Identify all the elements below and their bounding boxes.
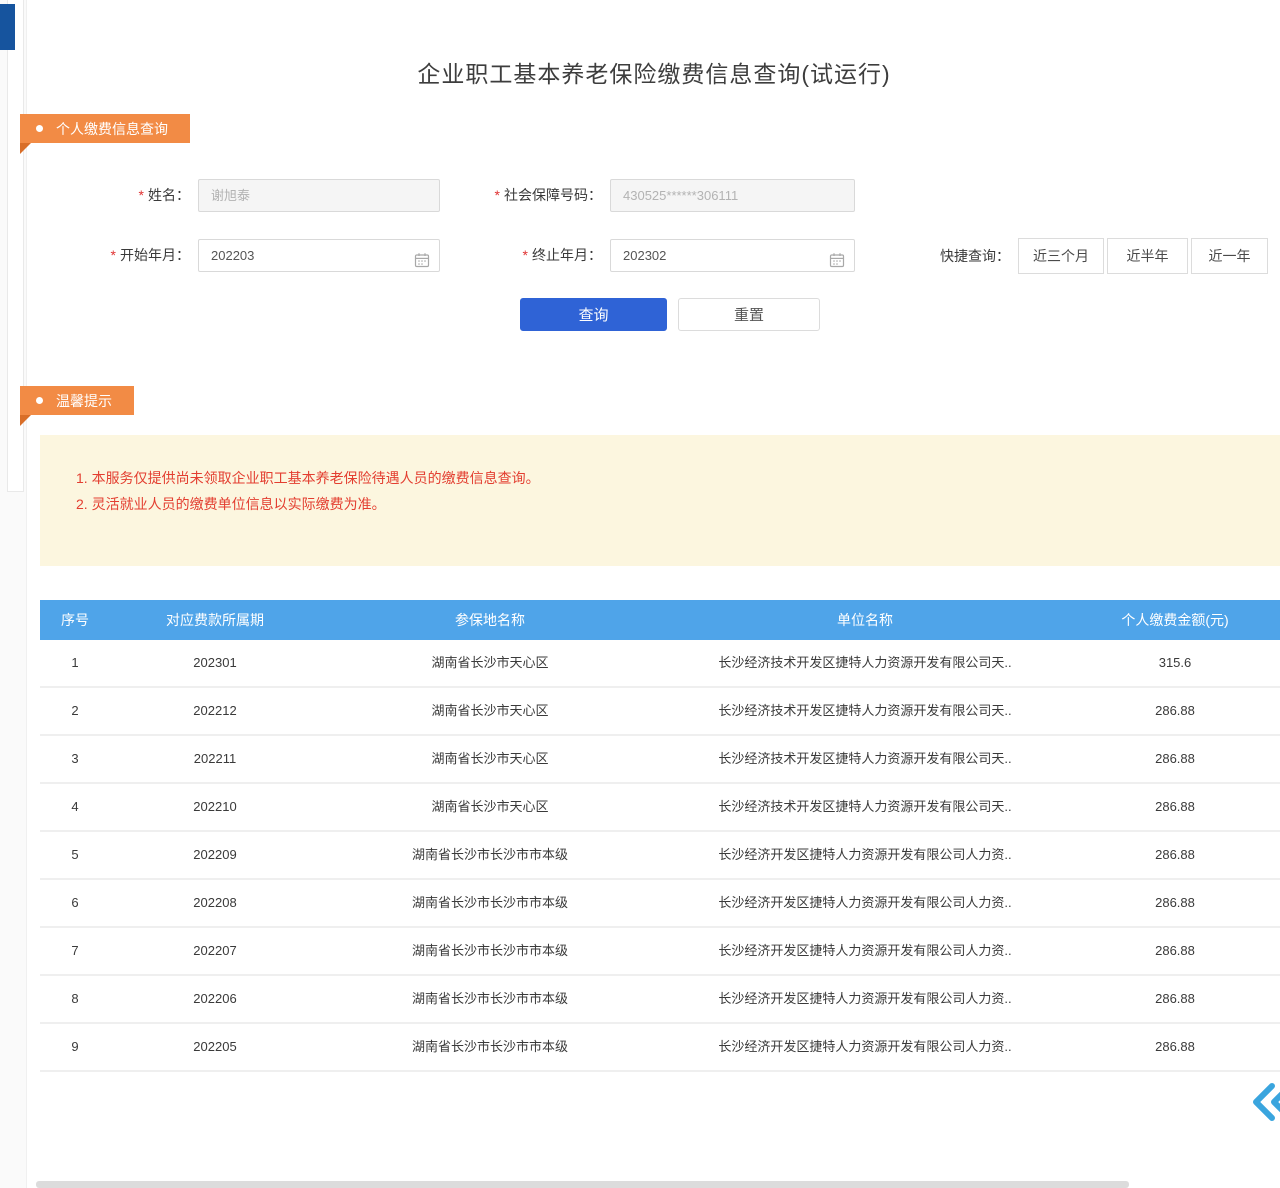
results-table: 序号 对应费款所属期 参保地名称 单位名称 个人缴费金额(元) 1 202301… [40, 600, 1280, 1072]
cell-amount: 286.88 [1070, 832, 1280, 878]
ssn-field[interactable]: 430525******306111 [610, 179, 855, 212]
cell-period: 202209 [110, 832, 320, 878]
cell-company: 长沙经济开发区捷特人力资源开发有限公司人力资.. [660, 1024, 1070, 1070]
cell-region: 湖南省长沙市天心区 [320, 640, 660, 686]
table-row: 4 202210 湖南省长沙市天心区 长沙经济技术开发区捷特人力资源开发有限公司… [40, 784, 1280, 832]
end-month-label: *终止年月： [490, 239, 602, 272]
cell-period: 202211 [110, 736, 320, 782]
cell-period: 202301 [110, 640, 320, 686]
ribbon-fold [20, 143, 31, 154]
header-company: 单位名称 [660, 600, 1070, 640]
cell-amount: 286.88 [1070, 928, 1280, 974]
cell-company: 长沙经济开发区捷特人力资源开发有限公司人力资.. [660, 832, 1070, 878]
quick-option-6months[interactable]: 近半年 [1107, 238, 1188, 274]
cell-index: 5 [40, 832, 110, 878]
cell-company: 长沙经济技术开发区捷特人力资源开发有限公司天.. [660, 736, 1070, 782]
ribbon-fold [20, 415, 31, 426]
cell-period: 202208 [110, 880, 320, 926]
cell-region: 湖南省长沙市长沙市市本级 [320, 928, 660, 974]
cell-index: 2 [40, 688, 110, 734]
cell-region: 湖南省长沙市长沙市市本级 [320, 1024, 660, 1070]
bullet-icon [36, 125, 43, 132]
page: 企业职工基本养老保险缴费信息查询(试运行) 个人缴费信息查询 *姓名： 谢旭泰 … [0, 0, 1280, 1188]
required-asterisk: * [495, 187, 500, 203]
section-badge-query-label: 个人缴费信息查询 [56, 119, 168, 139]
cell-index: 8 [40, 976, 110, 1022]
header-region: 参保地名称 [320, 600, 660, 640]
cell-company: 长沙经济技术开发区捷特人力资源开发有限公司天.. [660, 640, 1070, 686]
required-asterisk: * [111, 247, 116, 263]
cell-index: 1 [40, 640, 110, 686]
reset-button[interactable]: 重置 [678, 298, 820, 331]
quick-option-3months[interactable]: 近三个月 [1018, 238, 1104, 274]
cell-company: 长沙经济开发区捷特人力资源开发有限公司人力资.. [660, 976, 1070, 1022]
end-month-field[interactable]: 202302 [610, 239, 855, 272]
cell-amount: 286.88 [1070, 1024, 1280, 1070]
cell-company: 长沙经济开发区捷特人力资源开发有限公司人力资.. [660, 928, 1070, 974]
calendar-icon[interactable] [414, 248, 430, 272]
tip-line-2: 2. 灵活就业人员的缴费单位信息以实际缴费为准。 [76, 491, 1250, 517]
cell-amount: 286.88 [1070, 784, 1280, 830]
cell-index: 9 [40, 1024, 110, 1070]
table-row: 1 202301 湖南省长沙市天心区 长沙经济技术开发区捷特人力资源开发有限公司… [40, 640, 1280, 688]
horizontal-scrollbar[interactable] [36, 1181, 1129, 1188]
cell-region: 湖南省长沙市天心区 [320, 784, 660, 830]
cell-index: 7 [40, 928, 110, 974]
page-title: 企业职工基本养老保险缴费信息查询(试运行) [28, 55, 1280, 89]
cell-amount: 286.88 [1070, 688, 1280, 734]
table-row: 2 202212 湖南省长沙市天心区 长沙经济技术开发区捷特人力资源开发有限公司… [40, 688, 1280, 736]
section-badge-query: 个人缴费信息查询 [20, 114, 190, 143]
cell-period: 202210 [110, 784, 320, 830]
table-row: 7 202207 湖南省长沙市长沙市市本级 长沙经济开发区捷特人力资源开发有限公… [40, 928, 1280, 976]
cell-region: 湖南省长沙市天心区 [320, 688, 660, 734]
table-header-row: 序号 对应费款所属期 参保地名称 单位名称 个人缴费金额(元) [40, 600, 1280, 640]
header-amount: 个人缴费金额(元) [1070, 600, 1280, 640]
cell-period: 202206 [110, 976, 320, 1022]
tip-line-1: 1. 本服务仅提供尚未领取企业职工基本养老保险待遇人员的缴费信息查询。 [76, 465, 1250, 491]
header-period: 对应费款所属期 [110, 600, 320, 640]
cell-company: 长沙经济开发区捷特人力资源开发有限公司人力资.. [660, 880, 1070, 926]
cell-company: 长沙经济技术开发区捷特人力资源开发有限公司天.. [660, 688, 1070, 734]
cell-period: 202205 [110, 1024, 320, 1070]
start-month-field[interactable]: 202203 [198, 239, 440, 272]
name-field[interactable]: 谢旭泰 [198, 179, 440, 212]
cell-amount: 286.88 [1070, 880, 1280, 926]
double-chevron-left-icon[interactable] [1252, 1082, 1280, 1127]
table-row: 8 202206 湖南省长沙市长沙市市本级 长沙经济开发区捷特人力资源开发有限公… [40, 976, 1280, 1024]
required-asterisk: * [139, 187, 144, 203]
cell-amount: 315.6 [1070, 640, 1280, 686]
query-button[interactable]: 查询 [520, 298, 667, 331]
cell-region: 湖南省长沙市长沙市市本级 [320, 880, 660, 926]
tips-notice-box: 1. 本服务仅提供尚未领取企业职工基本养老保险待遇人员的缴费信息查询。 2. 灵… [40, 435, 1280, 566]
cell-index: 3 [40, 736, 110, 782]
calendar-icon[interactable] [829, 248, 845, 272]
sidebar-corner-block [0, 4, 15, 50]
bullet-icon [36, 397, 43, 404]
required-asterisk: * [523, 247, 528, 263]
table-row: 9 202205 湖南省长沙市长沙市市本级 长沙经济开发区捷特人力资源开发有限公… [40, 1024, 1280, 1072]
cell-region: 湖南省长沙市长沙市市本级 [320, 976, 660, 1022]
start-month-label: *开始年月： [80, 239, 190, 272]
header-index: 序号 [40, 600, 110, 640]
cell-amount: 286.88 [1070, 736, 1280, 782]
table-row: 3 202211 湖南省长沙市天心区 长沙经济技术开发区捷特人力资源开发有限公司… [40, 736, 1280, 784]
cell-region: 湖南省长沙市长沙市市本级 [320, 832, 660, 878]
section-badge-tips: 温馨提示 [20, 386, 134, 415]
ssn-label: *社会保障号码： [455, 179, 602, 212]
section-badge-tips-label: 温馨提示 [56, 391, 112, 411]
cell-amount: 286.88 [1070, 976, 1280, 1022]
cell-index: 4 [40, 784, 110, 830]
cell-period: 202207 [110, 928, 320, 974]
table-row: 5 202209 湖南省长沙市长沙市市本级 长沙经济开发区捷特人力资源开发有限公… [40, 832, 1280, 880]
quick-option-1year[interactable]: 近一年 [1191, 238, 1268, 274]
table-row: 6 202208 湖南省长沙市长沙市市本级 长沙经济开发区捷特人力资源开发有限公… [40, 880, 1280, 928]
quick-query-label: 快捷查询： [928, 240, 1010, 273]
name-label: *姓名： [80, 179, 190, 212]
cell-period: 202212 [110, 688, 320, 734]
table-body: 1 202301 湖南省长沙市天心区 长沙经济技术开发区捷特人力资源开发有限公司… [40, 640, 1280, 1072]
cell-index: 6 [40, 880, 110, 926]
cell-company: 长沙经济技术开发区捷特人力资源开发有限公司天.. [660, 784, 1070, 830]
cell-region: 湖南省长沙市天心区 [320, 736, 660, 782]
